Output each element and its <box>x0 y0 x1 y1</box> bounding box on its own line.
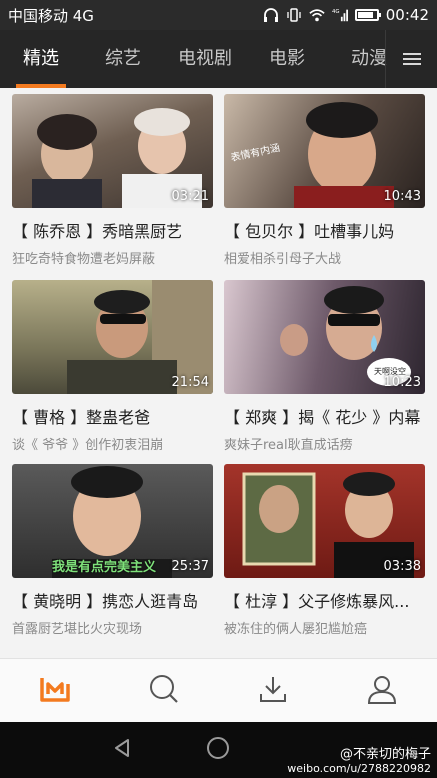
video-card[interactable]: 21:54 【 曹格 】整蛊老爸 谈《 爷爷 》创作初衷泪崩 <box>12 280 213 453</box>
home-circle-icon <box>206 736 230 764</box>
video-title[interactable]: 【 杜淳 】父子修炼暴风... <box>224 588 429 612</box>
headphones-icon <box>263 7 279 23</box>
video-thumbnail[interactable]: 表情有内涵 10:43 <box>224 94 425 208</box>
carrier-label: 中国移动 4G <box>8 6 94 25</box>
clock-label: 00:42 <box>385 6 429 24</box>
back-triangle-icon <box>111 737 133 763</box>
video-duration: 03:38 <box>383 559 421 574</box>
mini-network-label: 4G <box>332 9 340 15</box>
tab-tv-series[interactable]: 电视剧 <box>164 30 246 88</box>
video-duration: 03:21 <box>171 189 209 204</box>
video-thumbnail[interactable]: 03:21 <box>12 94 213 208</box>
thumbnail-caption: 我是有点完美主义 <box>52 560 157 575</box>
weibo-watermark: @不亲切的梅子 weibo.com/u/2788220982 <box>287 748 431 776</box>
video-title[interactable]: 【 黄晓明 】携恋人逛青岛 <box>12 588 217 612</box>
video-duration: 25:37 <box>171 559 209 574</box>
video-title[interactable]: 【 陈乔恩 】秀暗黑厨艺 <box>12 218 217 242</box>
video-title[interactable]: 【 郑爽 】揭《 花少 》内幕 <box>224 404 429 428</box>
tab-variety[interactable]: 综艺 <box>82 30 164 88</box>
back-button[interactable] <box>108 736 136 764</box>
video-card[interactable]: 表情有内涵 10:43 【 包贝尔 】吐槽事儿妈 相爱相杀引母子大战 <box>224 94 425 267</box>
wifi-icon <box>309 7 325 23</box>
video-duration: 10:23 <box>383 375 421 390</box>
tab-featured[interactable]: 精选 <box>0 30 82 88</box>
video-card[interactable]: 我是有点完美主义 25:37 【 黄晓明 】携恋人逛青岛 首露厨艺堪比火灾现场 <box>12 464 213 637</box>
tab-movies[interactable]: 电影 <box>246 30 328 88</box>
video-title[interactable]: 【 曹格 】整蛊老爸 <box>12 404 217 428</box>
video-subtitle: 相爱相杀引母子大战 <box>224 252 342 267</box>
signal-icon: 4G <box>332 7 348 23</box>
search-icon <box>148 673 180 709</box>
user-icon <box>367 674 397 708</box>
video-card[interactable]: 03:38 【 杜淳 】父子修炼暴风... 被冻住的俩人屡犯尴尬癌 <box>224 464 425 637</box>
menu-icon[interactable] <box>385 30 437 88</box>
vibrate-icon <box>286 7 302 23</box>
battery-icon <box>354 9 381 21</box>
video-duration: 10:43 <box>383 189 421 204</box>
logo-icon <box>38 674 72 708</box>
bottom-nav <box>0 658 437 722</box>
home-button[interactable] <box>204 736 232 764</box>
video-subtitle: 被冻住的俩人屡犯尴尬癌 <box>224 622 368 637</box>
video-subtitle: 狂吃奇特食物遭老妈屏蔽 <box>12 252 156 267</box>
nav-profile[interactable] <box>328 659 437 722</box>
video-thumbnail[interactable]: 21:54 <box>12 280 213 394</box>
video-card[interactable]: 天啊没空 10:23 【 郑爽 】揭《 花少 》内幕 爽妹子real耿直成话痨 <box>224 280 425 453</box>
video-thumbnail[interactable]: 我是有点完美主义 25:37 <box>12 464 213 578</box>
system-nav-bar: @不亲切的梅子 weibo.com/u/2788220982 <box>0 722 437 778</box>
video-card[interactable]: 03:21 【 陈乔恩 】秀暗黑厨艺 狂吃奇特食物遭老妈屏蔽 <box>12 94 213 267</box>
video-thumbnail[interactable]: 天啊没空 10:23 <box>224 280 425 394</box>
video-thumbnail[interactable]: 03:38 <box>224 464 425 578</box>
video-grid: 03:21 【 陈乔恩 】秀暗黑厨艺 狂吃奇特食物遭老妈屏蔽 表情有内涵 10:… <box>0 88 437 658</box>
nav-download[interactable] <box>219 659 328 722</box>
video-duration: 21:54 <box>171 375 209 390</box>
nav-home[interactable] <box>0 659 109 722</box>
video-subtitle: 爽妹子real耿直成话痨 <box>224 438 353 453</box>
status-bar: 中国移动 4G 4G 00:42 <box>0 0 437 30</box>
category-tab-bar: 精选 综艺 电视剧 电影 动漫 <box>0 30 437 88</box>
video-subtitle: 首露厨艺堪比火灾现场 <box>12 622 143 637</box>
watermark-handle: @不亲切的梅子 <box>339 747 431 762</box>
download-icon <box>258 674 288 708</box>
battery-fill <box>357 12 373 18</box>
video-title[interactable]: 【 包贝尔 】吐槽事儿妈 <box>224 218 429 242</box>
watermark-url: weibo.com/u/2788220982 <box>287 762 431 775</box>
video-subtitle: 谈《 爷爷 》创作初衷泪崩 <box>12 438 164 453</box>
nav-search[interactable] <box>109 659 218 722</box>
